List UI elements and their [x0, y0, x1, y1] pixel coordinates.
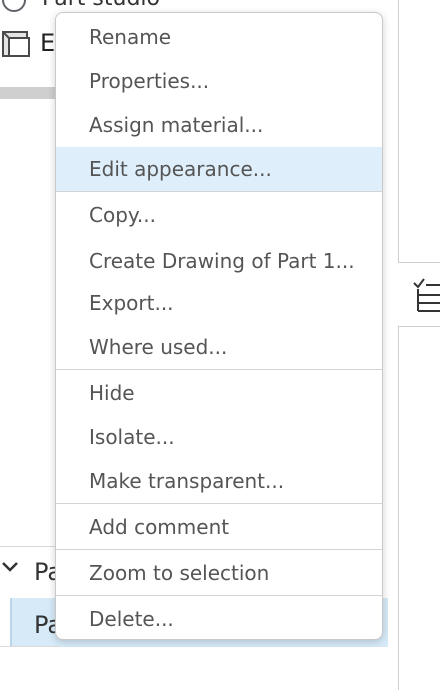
menu-item-delete[interactable]: Delete... [56, 597, 382, 639]
menu-separator [56, 369, 382, 370]
menu-item-rename[interactable]: Rename [56, 15, 382, 59]
chevron-down-icon[interactable] [1, 560, 19, 574]
menu-separator [56, 191, 382, 192]
menu-item-make-transparent[interactable]: Make transparent... [56, 459, 382, 503]
context-menu: Rename Properties... Assign material... … [55, 12, 383, 640]
menu-item-assign-material[interactable]: Assign material... [56, 103, 382, 147]
menu-item-add-comment[interactable]: Add comment [56, 505, 382, 549]
menu-separator [56, 503, 382, 504]
menu-item-edit-appearance[interactable]: Edit appearance... [56, 147, 382, 191]
panel-scroll-bar[interactable] [0, 87, 58, 99]
menu-item-zoom-to-selection[interactable]: Zoom to selection [56, 551, 382, 595]
menu-item-properties[interactable]: Properties... [56, 59, 382, 103]
menu-item-copy[interactable]: Copy... [56, 193, 382, 237]
menu-item-where-used[interactable]: Where used... [56, 325, 382, 369]
menu-item-export[interactable]: Export... [56, 281, 382, 325]
menu-item-create-drawing[interactable]: Create Drawing of Part 1... [56, 239, 382, 283]
feature-icon [2, 0, 26, 12]
section-divider [0, 646, 60, 647]
list-icon[interactable] [412, 277, 440, 313]
menu-item-isolate[interactable]: Isolate... [56, 415, 382, 459]
panel-divider [398, 262, 440, 263]
menu-item-hide[interactable]: Hide [56, 371, 382, 415]
tree-top-text: Part studio [42, 0, 160, 11]
panel-divider [398, 0, 399, 262]
panel-divider [398, 326, 399, 690]
menu-separator [56, 595, 382, 596]
part-studio-icon [2, 31, 30, 57]
panel-divider [398, 326, 440, 327]
menu-separator [56, 549, 382, 550]
section-divider [0, 546, 60, 547]
part-row-label[interactable]: E [40, 29, 55, 57]
